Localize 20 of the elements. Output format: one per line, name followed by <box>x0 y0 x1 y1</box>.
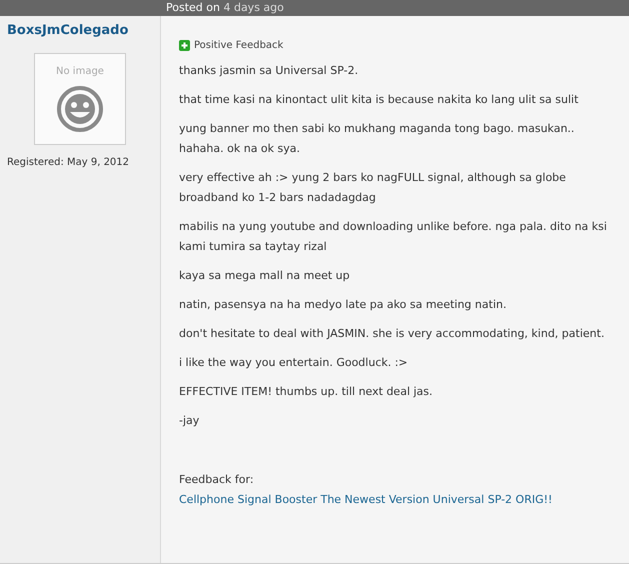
comment-paragraph: don't hesitate to deal with JASMIN. she is very accommodating, kind, patient. <box>179 326 606 342</box>
comment-paragraph: natin, pasensya na ha medyo late pa ako sa meeting natin. <box>179 297 508 313</box>
comment-paragraph: -jay <box>179 413 200 429</box>
comment-paragraph: EFFECTIVE ITEM! thumbs up. till next deal jas. <box>179 384 434 400</box>
posted-label: Posted on <box>166 1 220 14</box>
registration-date: Registered: May 9, 2012 <box>7 156 130 170</box>
comment-paragraph: very effective ah :> yung 2 bars ko nagFULL signal, although sa globe broadband ko 1-2 bars nadadagdag <box>179 170 567 206</box>
posted-time: 4 days ago <box>223 1 284 14</box>
comment-paragraph: mabilis na yung youtube and downloading unlike before. nga pala. dito na ksi kami tumira sa taytay rizal <box>179 219 608 255</box>
item-link[interactable]: Cellphone Signal Booster The Newest Version Universal SP-2 ORIG!! <box>179 493 552 506</box>
feedback-type-label: Positive Feedback <box>194 39 284 53</box>
comment-paragraph: kaya sa mega mall na meet up <box>179 268 351 284</box>
feedback-for-label: Feedback for: <box>179 473 254 486</box>
username-link[interactable]: BoxsJmColegado <box>7 21 128 40</box>
comment-paragraph: yung banner mo then sabi ko mukhang maganda tong bago. masukan.. hahaha. ok na ok sya. <box>179 121 576 157</box>
avatar-caption: No image <box>56 64 104 78</box>
smiley-icon <box>56 84 104 132</box>
comment-paragraph: i like the way you entertain. Goodluck. :> <box>179 355 409 371</box>
comment-paragraph: that time kasi na kinontact ulit kita is because nakita ko lang ulit sa sulit <box>179 92 580 108</box>
comment-paragraph: thanks jasmin sa Universal SP-2. <box>179 63 360 79</box>
